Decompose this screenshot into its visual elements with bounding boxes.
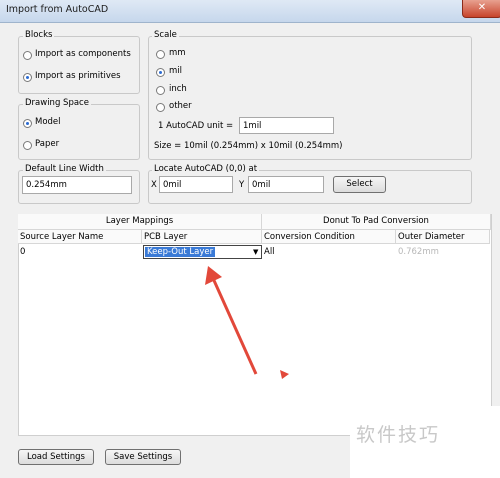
scale-group-title: Scale — [152, 30, 179, 40]
import-dialog: Import from AutoCAD ✕ Blocks Import as c… — [0, 0, 500, 478]
drawing-space-group — [18, 104, 140, 160]
radio-inch[interactable] — [156, 86, 165, 95]
label-inch: inch — [169, 84, 187, 94]
header-donut-conversion: Donut To Pad Conversion — [262, 214, 491, 230]
x-label: X — [151, 180, 157, 190]
blocks-group-title: Blocks — [23, 30, 55, 40]
column-source-layer-name[interactable]: Source Layer Name — [18, 230, 142, 244]
window-title: Import from AutoCAD — [6, 4, 109, 15]
label-model: Model — [35, 117, 61, 127]
label-mil: mil — [169, 66, 183, 76]
header-layer-mappings: Layer Mappings — [18, 214, 262, 230]
row-source-layer: 0 — [20, 247, 26, 257]
load-settings-button[interactable]: Load Settings — [18, 449, 94, 465]
label-import-as-primitives: Import as primitives — [35, 71, 121, 81]
autocad-unit-label: 1 AutoCAD unit = — [158, 121, 234, 131]
row-conversion-condition: All — [264, 247, 275, 257]
y-input[interactable]: 0mil — [248, 176, 324, 193]
column-outer-diameter[interactable]: Outer Diameter — [396, 230, 490, 244]
chevron-down-icon[interactable]: ▼ — [253, 248, 258, 256]
save-settings-button[interactable]: Save Settings — [105, 449, 181, 465]
locate-title: Locate AutoCAD (0,0) at — [152, 164, 260, 174]
column-pcb-layer[interactable]: PCB Layer — [142, 230, 262, 244]
label-mm: mm — [169, 48, 186, 58]
radio-other[interactable] — [156, 103, 165, 112]
pcb-layer-dropdown[interactable]: Keep-Out Layer ▼ — [143, 245, 262, 259]
radio-mm[interactable] — [156, 50, 165, 59]
line-width-input[interactable]: 0.254mm — [22, 176, 132, 194]
blocks-group — [18, 36, 140, 94]
close-button[interactable]: ✕ — [462, 0, 500, 18]
radio-import-as-components[interactable] — [23, 51, 32, 60]
red-arrow-icon — [205, 266, 289, 379]
radio-paper[interactable] — [23, 141, 32, 150]
x-input[interactable]: 0mil — [159, 176, 233, 193]
pcb-layer-value: Keep-Out Layer — [145, 247, 216, 257]
label-import-as-components: Import as components — [35, 49, 131, 59]
autocad-unit-input[interactable]: 1mil — [239, 117, 334, 134]
line-width-title: Default Line Width — [23, 164, 106, 174]
column-conversion-condition[interactable]: Conversion Condition — [262, 230, 396, 244]
radio-mil[interactable] — [156, 68, 165, 77]
radio-model[interactable] — [23, 119, 32, 128]
select-button[interactable]: Select — [333, 176, 386, 193]
y-label: Y — [239, 180, 245, 190]
scale-size-text: Size = 10mil (0.254mm) x 10mil (0.254mm) — [154, 141, 343, 151]
label-other: other — [169, 101, 192, 111]
watermark-text: 软件技巧 — [356, 424, 441, 446]
radio-import-as-primitives[interactable] — [23, 73, 32, 82]
row-outer-diameter: 0.762mm — [398, 247, 439, 257]
label-paper: Paper — [35, 139, 60, 149]
drawing-space-title: Drawing Space — [23, 98, 91, 108]
